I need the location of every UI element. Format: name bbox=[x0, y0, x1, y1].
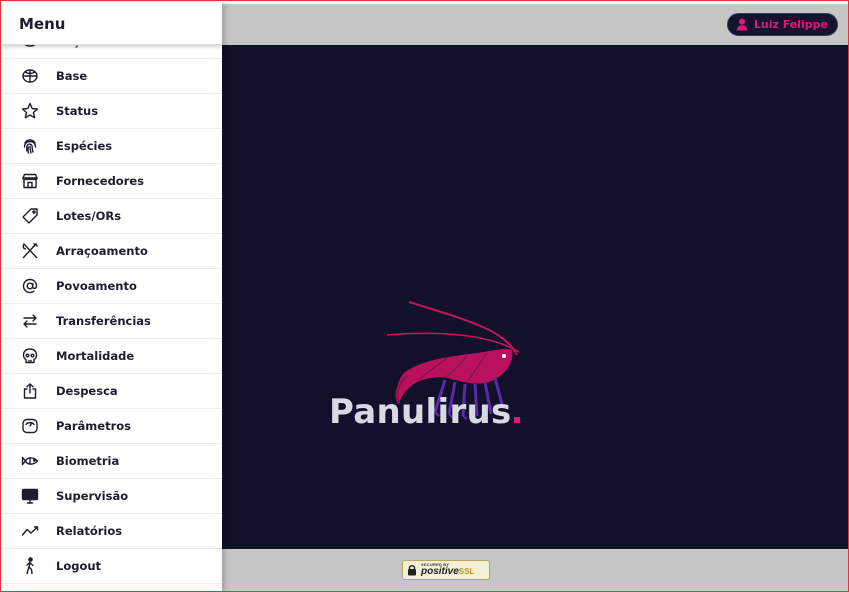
lock-icon bbox=[408, 565, 416, 576]
menu-item-relatorios[interactable]: Relatórios bbox=[2, 514, 222, 549]
at-icon bbox=[2, 277, 56, 295]
store-icon bbox=[2, 172, 56, 190]
menu-list: Ração Base Status Espécies Fornecedores bbox=[2, 24, 222, 584]
tag-icon bbox=[2, 207, 56, 225]
menu-item-label: Fornecedores bbox=[56, 174, 145, 188]
utensils-icon bbox=[2, 242, 56, 260]
menu-title: Menu bbox=[19, 15, 66, 33]
logo-dot bbox=[513, 417, 520, 423]
user-icon bbox=[736, 18, 748, 31]
ssl-seal[interactable]: SECURED BY positiveSSL bbox=[402, 560, 490, 580]
menu-item-label: Logout bbox=[56, 559, 102, 573]
logo-text: Panulirus bbox=[329, 392, 520, 432]
menu-item-transferencias[interactable]: Transferências bbox=[2, 304, 222, 339]
menu-item-parametros[interactable]: Parâmetros bbox=[2, 409, 222, 444]
menu-item-label: Transferências bbox=[56, 314, 151, 328]
menu-item-biometria[interactable]: Biometria bbox=[2, 444, 222, 479]
fish-icon bbox=[2, 452, 56, 470]
trend-icon bbox=[2, 522, 56, 540]
menu-item-logout[interactable]: Logout bbox=[2, 549, 222, 584]
app-frame: Luiz Felippe Panulirus SECURED BY positi… bbox=[0, 0, 849, 592]
menu-item-label: Mortalidade bbox=[56, 349, 135, 363]
top-bar: Luiz Felippe bbox=[222, 4, 848, 45]
menu-item-label: Biometria bbox=[56, 454, 120, 468]
menu-header: Menu bbox=[2, 2, 222, 45]
menu-item-lotes[interactable]: Lotes/ORs bbox=[2, 199, 222, 234]
skull-icon bbox=[2, 347, 56, 365]
walking-person-icon bbox=[2, 557, 56, 575]
menu-item-label: Base bbox=[56, 69, 88, 83]
menu-item-fornecedores[interactable]: Fornecedores bbox=[2, 164, 222, 199]
menu-item-status[interactable]: Status bbox=[2, 94, 222, 129]
menu-item-base[interactable]: Base bbox=[2, 59, 222, 94]
menu-item-povoamento[interactable]: Povoamento bbox=[2, 269, 222, 304]
menu-item-label: Despesca bbox=[56, 384, 118, 398]
menu-item-especies[interactable]: Espécies bbox=[2, 129, 222, 164]
ssl-brand-name: positive bbox=[421, 566, 459, 577]
menu-item-label: Parâmetros bbox=[56, 419, 132, 433]
main-content: Panulirus bbox=[222, 45, 848, 549]
user-name: Luiz Felippe bbox=[753, 18, 828, 31]
monitor-icon bbox=[2, 487, 56, 505]
menu-item-label: Relatórios bbox=[56, 524, 123, 538]
ssl-text: SECURED BY positiveSSL bbox=[421, 563, 474, 577]
menu-item-supervisao[interactable]: Supervisão bbox=[2, 479, 222, 514]
menu-item-label: Povoamento bbox=[56, 279, 137, 293]
ssl-brand: positiveSSL bbox=[421, 567, 474, 577]
globe-icon bbox=[2, 67, 56, 85]
logo-wordmark: Panulirus bbox=[329, 392, 512, 432]
menu-item-despesca[interactable]: Despesca bbox=[2, 374, 222, 409]
side-menu: Menu Ração Base Status Espécies Forn bbox=[2, 2, 222, 591]
menu-item-label: Lotes/ORs bbox=[56, 209, 122, 223]
transfer-arrows-icon bbox=[2, 312, 56, 330]
gauge-icon bbox=[2, 417, 56, 435]
menu-item-label: Supervisão bbox=[56, 489, 129, 503]
upload-icon bbox=[2, 382, 56, 400]
menu-item-label: Espécies bbox=[56, 139, 113, 153]
ssl-suffix: SSL bbox=[458, 567, 475, 576]
menu-item-mortalidade[interactable]: Mortalidade bbox=[2, 339, 222, 374]
user-menu-button[interactable]: Luiz Felippe bbox=[726, 13, 838, 36]
menu-item-label: Status bbox=[56, 104, 99, 118]
menu-item-arracoamento[interactable]: Arraçoamento bbox=[2, 234, 222, 269]
footer-bar: SECURED BY positiveSSL bbox=[222, 549, 848, 591]
menu-item-label: Arraçoamento bbox=[56, 244, 148, 258]
star-icon bbox=[2, 102, 56, 120]
fingerprint-icon bbox=[2, 137, 56, 155]
